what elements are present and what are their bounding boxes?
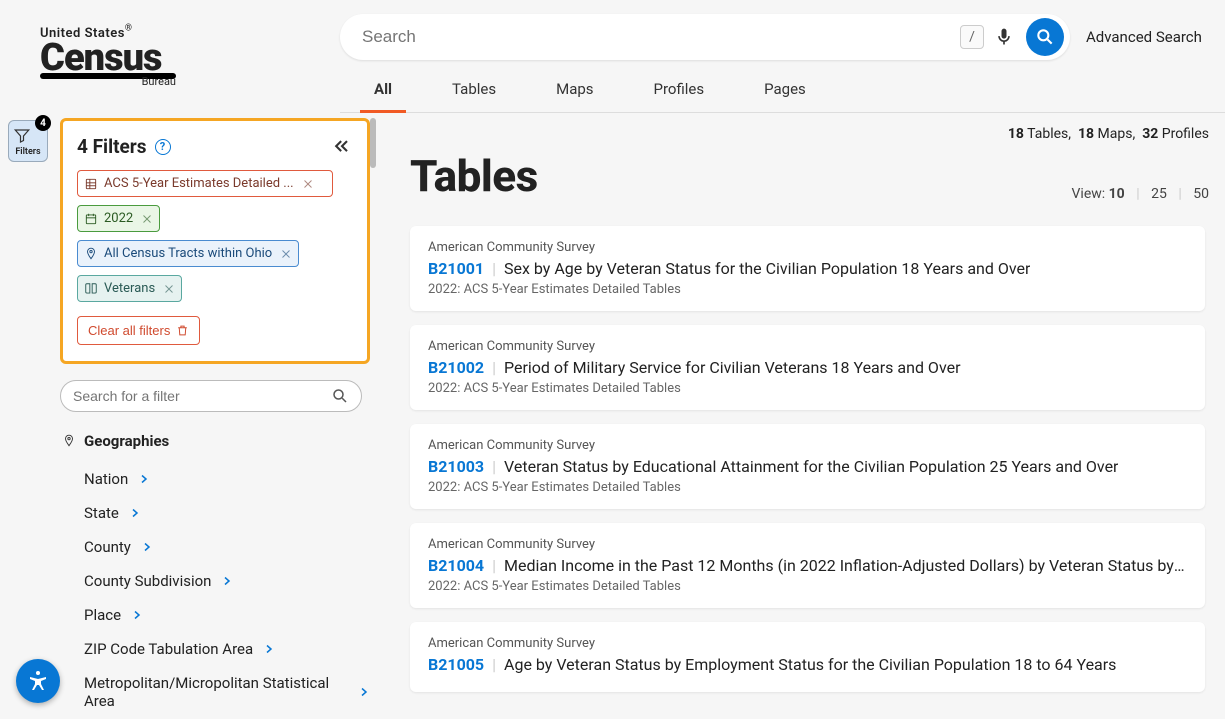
filters-panel: 4 Filters ? ACS 5-Year Estimates Detaile… xyxy=(60,118,370,364)
view-options: View: 10 | 25 | 50 xyxy=(1072,186,1210,202)
result-meta: 2022: ACS 5-Year Estimates Detailed Tabl… xyxy=(428,579,1187,594)
tab-tables[interactable]: Tables xyxy=(452,70,496,112)
chevron-double-left-icon xyxy=(332,137,352,157)
result-source: American Community Survey xyxy=(428,636,1187,651)
tab-profiles[interactable]: Profiles xyxy=(654,70,705,112)
view-option[interactable]: 25 xyxy=(1151,186,1167,202)
geo-item-label: Metropolitan/Micropolitan Statistical Ar… xyxy=(84,674,348,710)
sidebar-scrollbar[interactable] xyxy=(370,118,376,168)
clear-all-filters-button[interactable]: Clear all filters xyxy=(77,316,200,345)
chevron-right-icon xyxy=(221,575,233,587)
search-button[interactable] xyxy=(1026,18,1064,56)
geo-item-label: State xyxy=(84,504,119,522)
result-meta: 2022: ACS 5-Year Estimates Detailed Tabl… xyxy=(428,282,1187,297)
filter-search-input[interactable] xyxy=(73,388,331,404)
geo-item-label: Nation xyxy=(84,470,128,488)
result-source: American Community Survey xyxy=(428,240,1187,255)
result-tabs: All Tables Maps Profiles Pages xyxy=(340,70,1225,113)
geo-item[interactable]: Nation xyxy=(84,462,370,496)
pin-icon xyxy=(84,247,98,261)
accessibility-button[interactable] xyxy=(16,659,60,703)
help-icon[interactable]: ? xyxy=(155,139,171,155)
filters-heading: 4 Filters xyxy=(77,135,147,158)
filter-count-badge: 4 xyxy=(35,115,51,131)
filter-search[interactable] xyxy=(60,380,362,412)
result-source: American Community Survey xyxy=(428,537,1187,552)
filter-chip-label: Veterans xyxy=(104,281,155,296)
funnel-icon xyxy=(12,127,32,145)
geo-item[interactable]: State xyxy=(84,496,370,530)
tab-all[interactable]: All xyxy=(374,70,392,112)
calendar-icon xyxy=(84,212,98,226)
trash-icon xyxy=(176,324,189,337)
chevron-right-icon xyxy=(263,643,275,655)
filter-chip[interactable]: All Census Tracts within Ohio xyxy=(77,240,299,267)
advanced-search-link[interactable]: Advanced Search xyxy=(1086,28,1202,46)
accessibility-icon xyxy=(26,669,50,693)
geo-item-label: Place xyxy=(84,606,121,624)
result-title: Sex by Age by Veteran Status for the Civ… xyxy=(504,259,1030,278)
geo-item-label: ZIP Code Tabulation Area xyxy=(84,640,253,658)
filter-chip-label: ACS 5-Year Estimates Detailed ... xyxy=(104,176,294,191)
result-title: Period of Military Service for Civilian … xyxy=(504,358,960,377)
filter-chip-label: All Census Tracts within Ohio xyxy=(104,246,272,261)
result-title: Age by Veteran Status by Employment Stat… xyxy=(504,655,1116,674)
result-id[interactable]: B21005 xyxy=(428,655,484,674)
filter-chip[interactable]: 2022 xyxy=(77,205,160,232)
collapse-panel-button[interactable] xyxy=(331,136,353,158)
filter-chip[interactable]: Veterans xyxy=(77,275,182,302)
mic-icon[interactable] xyxy=(994,27,1014,47)
result-id[interactable]: B21004 xyxy=(428,556,484,575)
view-option-selected[interactable]: 10 xyxy=(1109,186,1125,202)
chevron-right-icon xyxy=(138,473,150,485)
result-source: American Community Survey xyxy=(428,438,1187,453)
geo-item[interactable]: County Subdivision xyxy=(84,564,370,598)
chevron-right-icon xyxy=(141,541,153,553)
search-input[interactable] xyxy=(362,27,960,47)
filters-rail-button[interactable]: 4 Filters xyxy=(8,120,48,162)
book-icon xyxy=(84,282,98,296)
geo-item-label: County Subdivision xyxy=(84,572,211,590)
result-card[interactable]: American Community SurveyB21003|Veteran … xyxy=(410,424,1205,509)
result-meta: 2022: ACS 5-Year Estimates Detailed Tabl… xyxy=(428,480,1187,495)
page-title: Tables xyxy=(410,150,538,202)
result-card[interactable]: American Community SurveyB21005|Age by V… xyxy=(410,622,1205,692)
search-bar[interactable]: / xyxy=(340,14,1070,60)
remove-filter-button[interactable] xyxy=(302,178,314,190)
remove-filter-button[interactable] xyxy=(163,283,175,295)
table-icon xyxy=(84,177,98,191)
pin-icon xyxy=(62,434,76,448)
result-source: American Community Survey xyxy=(428,339,1187,354)
geo-item[interactable]: ZIP Code Tabulation Area xyxy=(84,632,370,666)
view-option[interactable]: 50 xyxy=(1193,186,1209,202)
tab-pages[interactable]: Pages xyxy=(764,70,806,112)
geo-item-label: County xyxy=(84,538,131,556)
result-id[interactable]: B21001 xyxy=(428,259,484,278)
result-counts: 18 Tables, 18 Maps, 32 Profiles xyxy=(410,126,1225,142)
tab-maps[interactable]: Maps xyxy=(556,70,593,112)
result-card[interactable]: American Community SurveyB21001|Sex by A… xyxy=(410,226,1205,311)
filter-chip-label: 2022 xyxy=(104,211,133,226)
remove-filter-button[interactable] xyxy=(280,248,292,260)
geographies-heading[interactable]: Geographies xyxy=(62,432,370,450)
result-title: Median Income in the Past 12 Months (in … xyxy=(504,556,1187,575)
remove-filter-button[interactable] xyxy=(141,213,153,225)
result-id[interactable]: B21002 xyxy=(428,358,484,377)
geo-item[interactable]: Place xyxy=(84,598,370,632)
result-meta: 2022: ACS 5-Year Estimates Detailed Tabl… xyxy=(428,381,1187,396)
chevron-right-icon xyxy=(129,507,141,519)
slash-key-hint: / xyxy=(960,25,984,49)
chevron-right-icon xyxy=(131,609,143,621)
result-title: Veteran Status by Educational Attainment… xyxy=(504,457,1118,476)
filter-chip[interactable]: ACS 5-Year Estimates Detailed ... xyxy=(77,170,333,197)
result-card[interactable]: American Community SurveyB21002|Period o… xyxy=(410,325,1205,410)
census-logo[interactable]: United States® Census Bureau xyxy=(40,22,180,82)
search-icon xyxy=(331,387,349,405)
result-id[interactable]: B21003 xyxy=(428,457,484,476)
result-card[interactable]: American Community SurveyB21004|Median I… xyxy=(410,523,1205,608)
geo-item[interactable]: Metropolitan/Micropolitan Statistical Ar… xyxy=(84,666,370,718)
geo-item[interactable]: County xyxy=(84,530,370,564)
chevron-right-icon xyxy=(358,686,370,698)
